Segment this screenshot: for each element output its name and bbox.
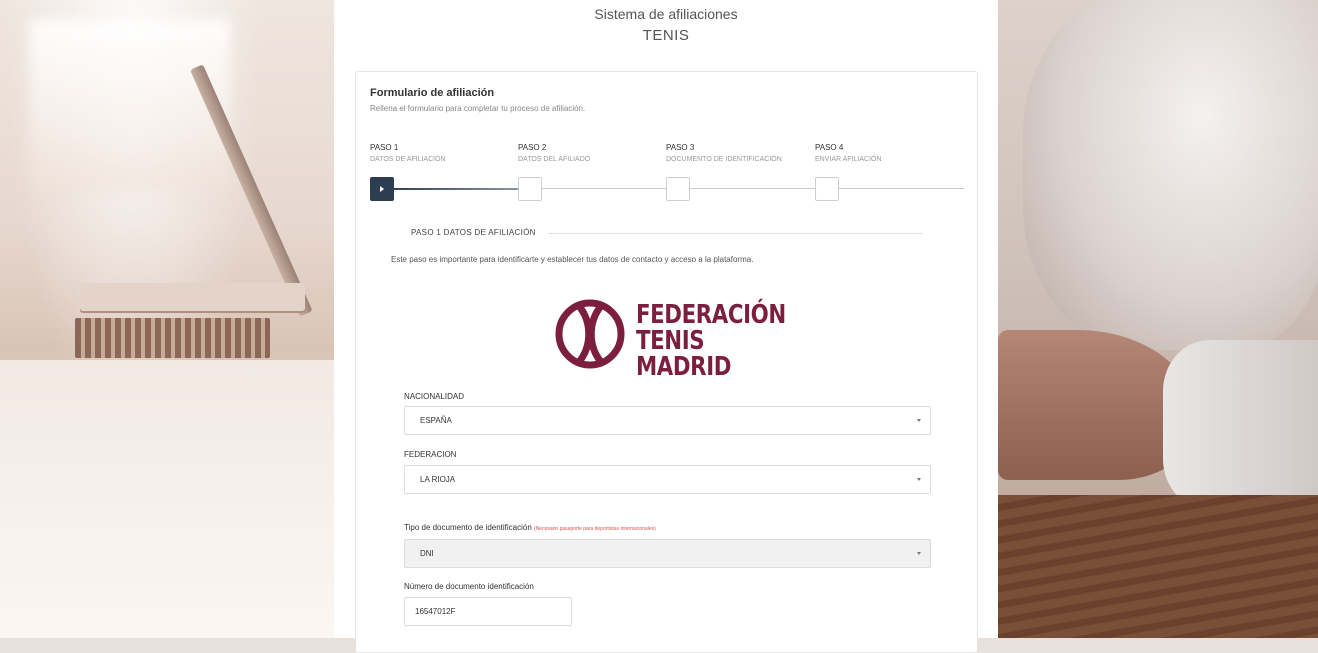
step-4[interactable]: PASO 4 ENVIAR AFILIACIÓN xyxy=(815,143,955,163)
step-label: DOCUMENTO DE IDENTIFICACIÓN xyxy=(666,156,782,163)
step-3-marker[interactable] xyxy=(666,177,690,201)
doc-number-value: 16547012F xyxy=(415,607,456,616)
section-divider xyxy=(548,233,923,234)
doc-type-label: Tipo de documento de identificación (Nec… xyxy=(404,523,656,532)
laptop-edge xyxy=(190,64,313,317)
step-number: PASO 4 xyxy=(815,143,844,152)
background-photo-right xyxy=(998,0,1318,638)
form-title: Formulario de afiliación xyxy=(370,87,495,99)
step-2[interactable]: PASO 2 DATOS DEL AFILIADO xyxy=(518,143,658,163)
doc-type-label-text: Tipo de documento de identificación xyxy=(404,523,532,532)
shirt-cuff xyxy=(1163,340,1318,510)
affiliation-form-card: Formulario de afiliación Rellena el form… xyxy=(355,71,978,653)
nationality-label: NACIONALIDAD xyxy=(404,392,465,401)
step-number: PASO 3 xyxy=(666,143,695,152)
logo-text: FEDERACIÓN TENIS MADRID xyxy=(636,302,786,380)
nationality-value: ESPAÑA xyxy=(420,416,452,425)
background-photo-left xyxy=(0,0,334,638)
section-heading: PASO 1 DATOS DE AFILIACIÓN xyxy=(411,228,536,237)
doc-type-select[interactable]: DNI xyxy=(404,539,931,568)
federation-logo: FEDERACIÓN TENIS MADRID xyxy=(552,296,812,380)
federation-label: FEDERACION xyxy=(404,450,457,459)
form-subtitle: Rellena el formulario para completar tu … xyxy=(370,104,586,113)
step-1-marker[interactable] xyxy=(370,177,394,201)
tennis-ball-icon xyxy=(555,299,625,369)
progress-line-pending xyxy=(518,188,964,189)
federation-select[interactable]: LA RIOJA xyxy=(404,465,931,494)
desk-surface xyxy=(0,360,334,638)
caret-down-icon xyxy=(917,478,921,481)
doc-type-value: DNI xyxy=(420,549,434,558)
caret-down-icon xyxy=(917,419,921,422)
step-label: DATOS DE AFILIACIÓN xyxy=(370,156,446,163)
step-number: PASO 1 xyxy=(370,143,399,152)
step-label: ENVIAR AFILIACIÓN xyxy=(815,156,882,163)
doc-number-input[interactable]: 16547012F xyxy=(404,597,572,626)
federation-value: LA RIOJA xyxy=(420,475,456,484)
system-title: Sistema de afiliaciones xyxy=(594,6,738,22)
wooden-table xyxy=(998,495,1318,638)
book xyxy=(80,283,305,311)
nationality-select[interactable]: ESPAÑA xyxy=(404,406,931,435)
step-2-marker[interactable] xyxy=(518,177,542,201)
logo-line-2: TENIS MADRID xyxy=(636,326,732,382)
main-content: Sistema de afiliaciones TENIS Formulario… xyxy=(334,0,998,653)
sport-title: TENIS xyxy=(642,27,690,44)
progress-line-completed xyxy=(382,188,518,190)
step-4-marker[interactable] xyxy=(815,177,839,201)
step-progress-track xyxy=(370,176,964,202)
step-3[interactable]: PASO 3 DOCUMENTO DE IDENTIFICACIÓN xyxy=(666,143,806,163)
step-label: DATOS DEL AFILIADO xyxy=(518,156,591,163)
person-shirt xyxy=(1023,0,1318,350)
doc-number-label: Número de documento identificación xyxy=(404,582,534,591)
notebook-spiral xyxy=(75,318,270,358)
window-light xyxy=(30,20,230,190)
caret-down-icon xyxy=(917,552,921,555)
logo-line-1: FEDERACIÓN xyxy=(636,300,786,330)
step-1[interactable]: PASO 1 DATOS DE AFILIACIÓN xyxy=(370,143,510,163)
step-number: PASO 2 xyxy=(518,143,547,152)
section-description: Este paso es importante para identificar… xyxy=(391,255,754,264)
doc-type-note: (Necesario pasaporte para deportistas in… xyxy=(534,526,656,532)
play-icon xyxy=(380,186,384,192)
